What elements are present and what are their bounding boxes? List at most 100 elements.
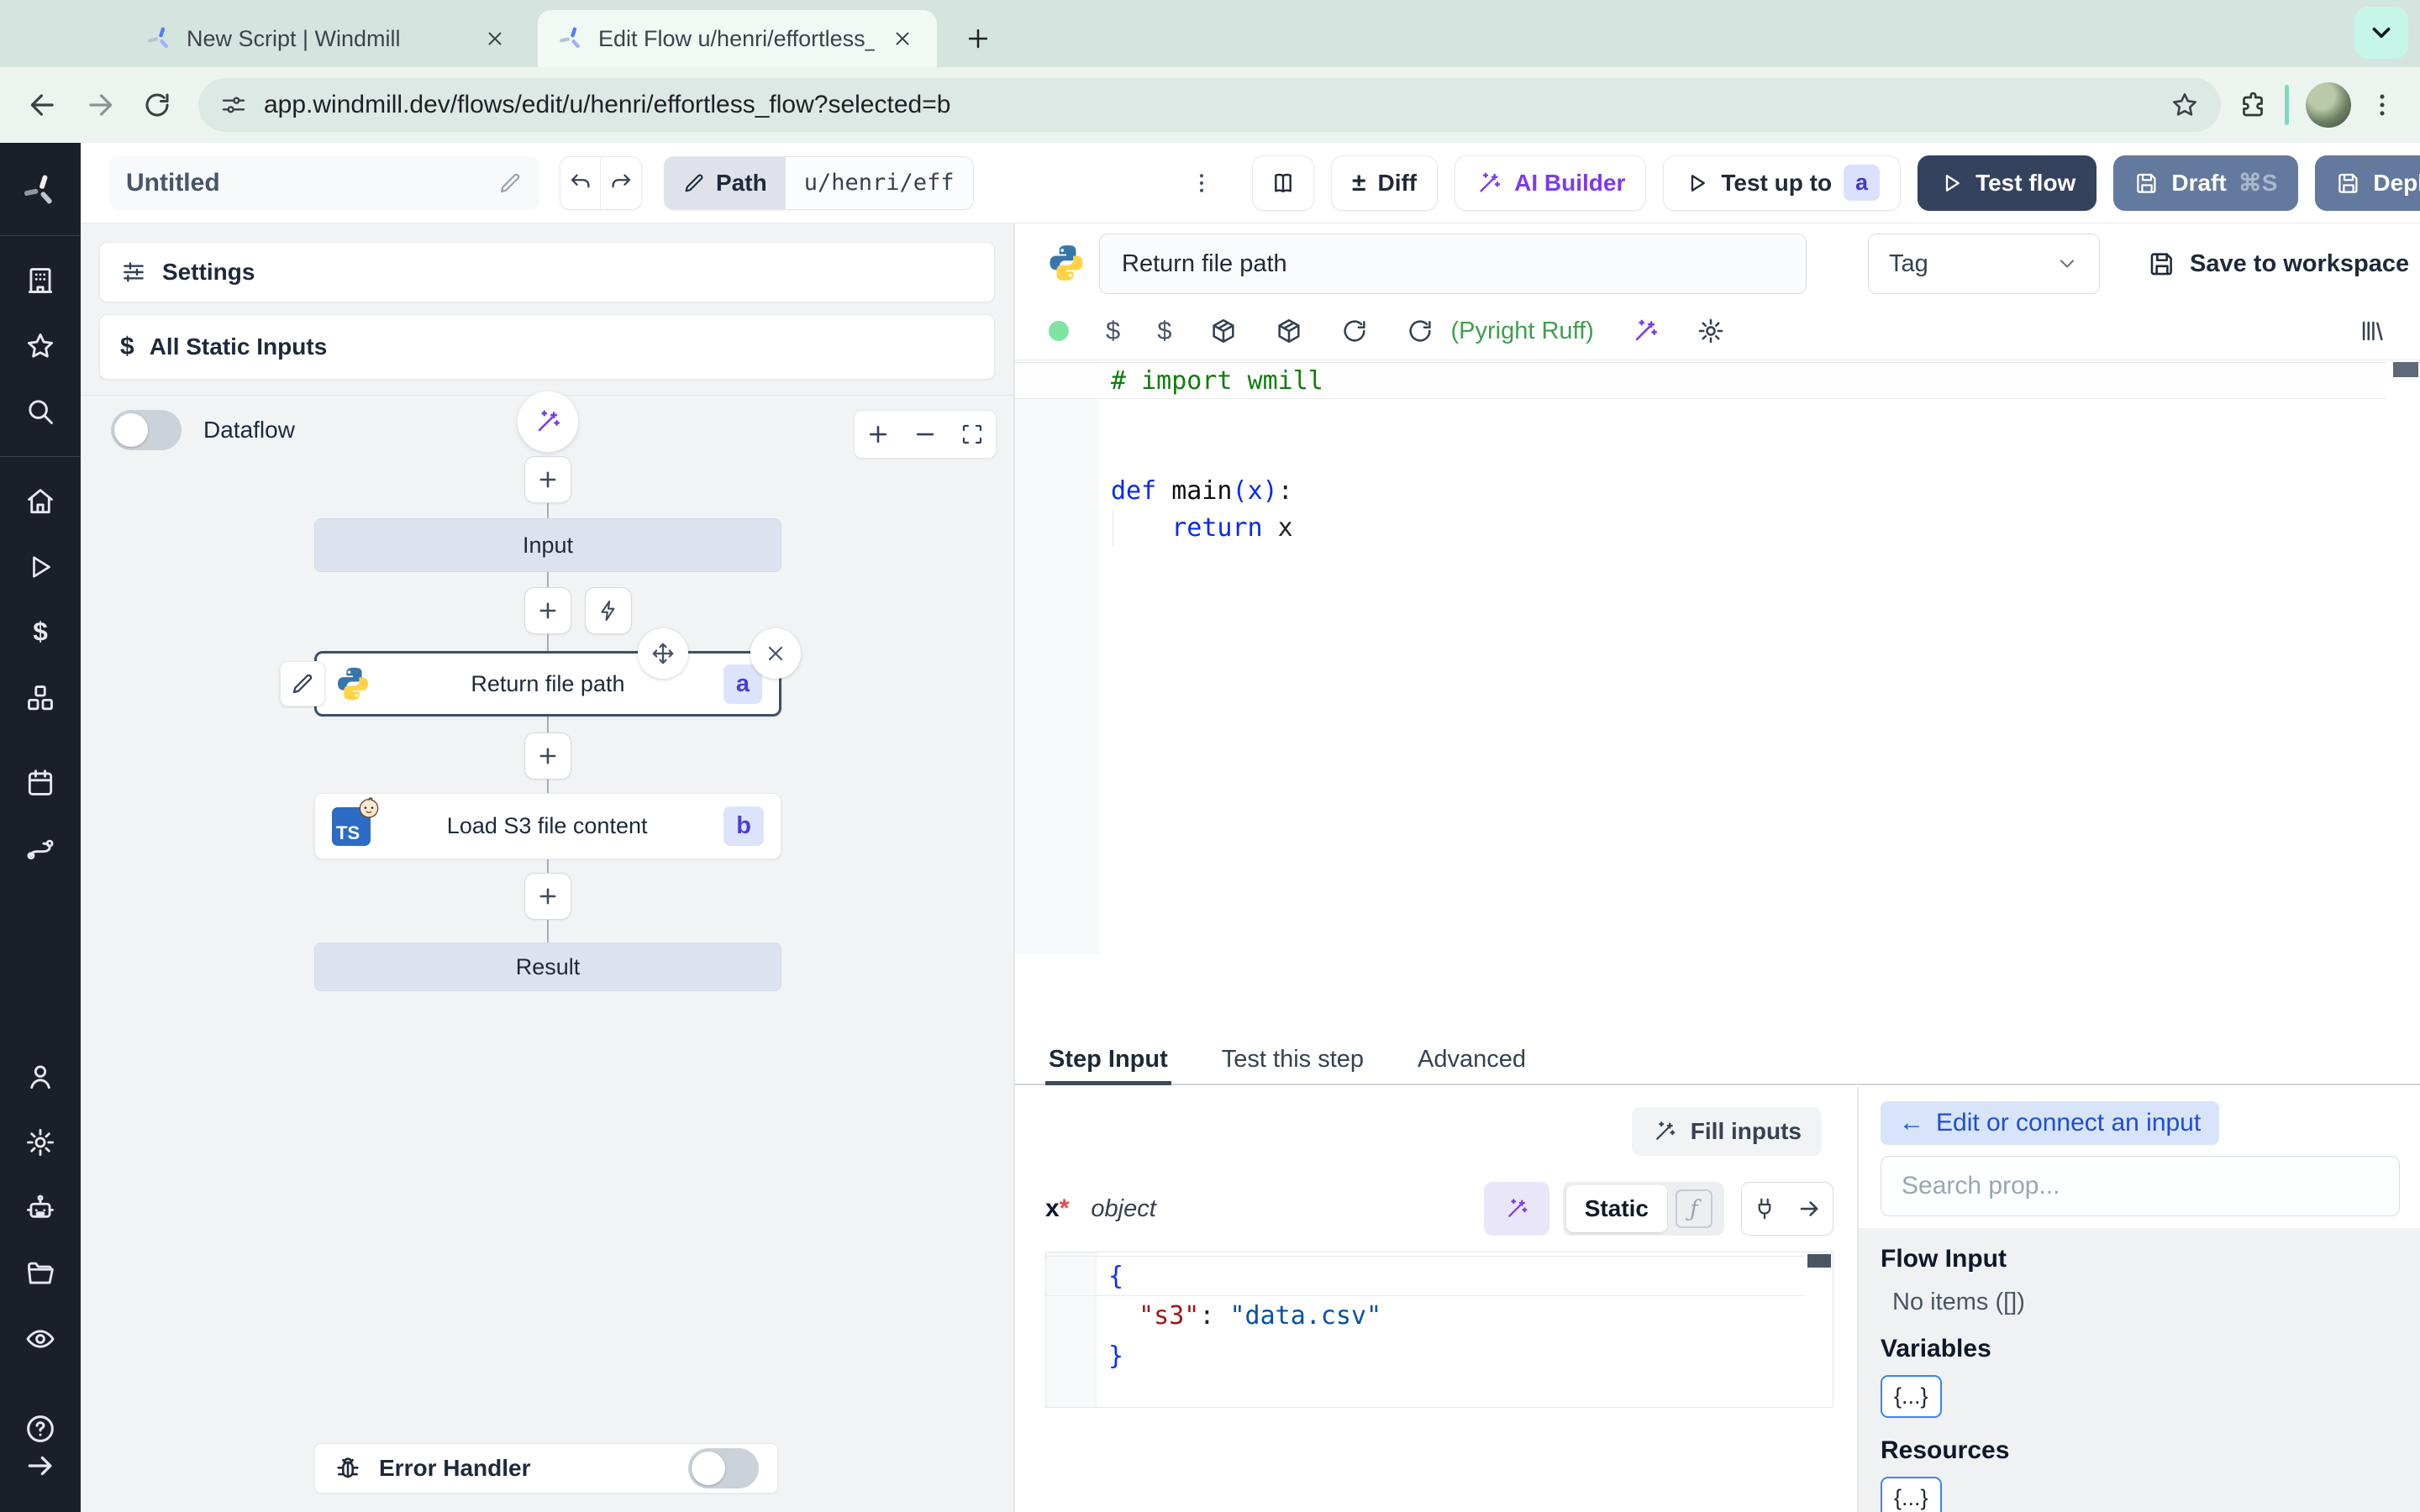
redo-icon[interactable] [601, 157, 641, 209]
json-input-editor[interactable]: { "s3": "data.csv"} [1045, 1252, 1833, 1408]
step-summary-input[interactable] [1099, 234, 1807, 294]
address-bar[interactable]: app.windmill.dev/flows/edit/u/henri/effo… [198, 78, 2221, 132]
package-icon[interactable] [1209, 317, 1238, 345]
sidebar-item-schedules[interactable] [22, 764, 59, 801]
sidebar-item-home[interactable] [22, 483, 59, 520]
flow-name-field[interactable]: Untitled [109, 155, 539, 210]
expression-mode-button[interactable]: ƒ [1676, 1189, 1712, 1228]
tag-select[interactable]: Tag [1868, 234, 2100, 294]
ai-flow-wand-button[interactable] [518, 391, 578, 452]
fill-inputs-button[interactable]: Fill inputs [1631, 1107, 1822, 1156]
ai-wand-icon[interactable] [1631, 317, 1660, 345]
add-step-button[interactable] [524, 587, 571, 634]
undo-icon[interactable] [560, 156, 601, 209]
edit-or-connect-button[interactable]: ← Edit or connect an input [1881, 1101, 2220, 1145]
scrollbar-thumb[interactable] [1807, 1254, 1831, 1268]
static-mode-button[interactable]: Static [1565, 1185, 1667, 1232]
sidebar-item-favorites[interactable] [22, 328, 59, 365]
deploy-button[interactable]: Deploy [2315, 155, 2420, 211]
sidebar-item-workspace[interactable] [22, 262, 59, 299]
browser-menu-icon[interactable] [2368, 91, 2396, 119]
tab-step-input[interactable]: Step Input [1045, 1035, 1171, 1085]
tab-test-this-step[interactable]: Test this step [1218, 1035, 1367, 1084]
tab-close-icon[interactable] [481, 24, 509, 53]
reset-assistant-icon[interactable] [1406, 317, 1434, 345]
test-flow-button[interactable]: Test flow [1918, 155, 2097, 211]
arrow-right-icon[interactable] [1787, 1183, 1833, 1235]
tab-advanced[interactable]: Advanced [1414, 1035, 1529, 1084]
add-step-button[interactable] [524, 732, 571, 780]
editor-settings-gear-icon[interactable] [1697, 317, 1725, 345]
move-step-handle[interactable] [638, 628, 688, 679]
search-prop-input[interactable] [1881, 1156, 2400, 1216]
library-icon[interactable] [2358, 317, 2386, 345]
input-node[interactable]: Input [314, 518, 781, 572]
assets-icon[interactable]: $ [1106, 316, 1120, 346]
delete-step-icon[interactable] [750, 628, 801, 679]
fit-view-icon[interactable] [949, 411, 996, 458]
dataflow-toggle[interactable] [111, 410, 182, 450]
sidebar-item-resources[interactable] [22, 680, 59, 717]
sidebar-item-triggers[interactable] [22, 830, 59, 867]
new-tab-button[interactable] [958, 18, 998, 59]
avatar[interactable] [2306, 82, 2351, 128]
error-handler-row[interactable]: Error Handler [314, 1443, 778, 1494]
ai-fill-wand-button[interactable] [1483, 1182, 1549, 1236]
eye-icon[interactable] [22, 1320, 59, 1357]
all-static-inputs-row[interactable]: $ All Static Inputs [99, 314, 995, 380]
sidebar-item-variables[interactable]: $ [22, 614, 59, 651]
windmill-logo-icon[interactable] [22, 172, 59, 209]
resources-expand-button[interactable]: {...} [1881, 1477, 1942, 1512]
tab-close-icon[interactable] [888, 24, 917, 53]
code-editor[interactable]: # import wmill def main(x): return x [1015, 360, 2420, 954]
help-icon[interactable] [22, 1410, 59, 1447]
sidebar-item-runs[interactable] [22, 549, 59, 585]
path-button[interactable]: Path [664, 155, 786, 210]
more-options-icon[interactable] [1183, 156, 1220, 210]
step-node-a[interactable]: Return file path a [280, 628, 801, 717]
tab-new-script[interactable]: New Script | Windmill [126, 10, 529, 67]
back-icon[interactable] [18, 81, 67, 129]
settings-row[interactable]: Settings [99, 242, 995, 302]
bookmark-star-icon[interactable] [2170, 91, 2199, 119]
test-up-to-button[interactable]: Test up to a [1663, 155, 1902, 211]
sidebar-item-ai[interactable] [22, 1189, 59, 1226]
sidebar-item-users[interactable] [22, 1058, 59, 1095]
site-settings-icon[interactable] [220, 92, 247, 118]
extensions-icon[interactable] [2238, 90, 2268, 120]
reload-icon[interactable] [133, 81, 182, 129]
add-step-button[interactable] [524, 873, 571, 920]
edit-step-pencil-icon[interactable] [280, 661, 325, 706]
search-icon[interactable] [22, 393, 59, 430]
code-content[interactable]: # import wmill def main(x): return x [1015, 362, 2386, 547]
reload-icon[interactable] [1340, 317, 1369, 345]
forward-icon[interactable] [76, 81, 124, 129]
path-group[interactable]: Path u/henri/eff [664, 155, 974, 210]
folder-icon[interactable] [22, 1255, 59, 1292]
docs-button[interactable] [1252, 155, 1314, 211]
path-value[interactable]: u/henri/eff [785, 155, 974, 210]
plug-icon[interactable] [1742, 1183, 1787, 1235]
error-handler-toggle[interactable] [688, 1448, 759, 1488]
add-step-button[interactable] [524, 456, 571, 503]
result-node[interactable]: Result [314, 942, 781, 991]
draft-button[interactable]: Draft ⌘S [2113, 155, 2299, 211]
collapse-sidebar-icon[interactable] [22, 1447, 59, 1484]
save-to-workspace-button[interactable]: Save to workspace [2148, 240, 2409, 287]
diff-button[interactable]: ± Diff [1331, 155, 1439, 211]
scrollbar-thumb[interactable] [2393, 362, 2418, 377]
zoom-out-icon[interactable] [902, 411, 949, 458]
tab-search-button[interactable] [2354, 7, 2408, 59]
edit-name-pencil-icon[interactable] [497, 171, 523, 196]
variables-icon[interactable]: $ [1157, 316, 1171, 346]
lint-status[interactable]: (Pyright Ruff) [1451, 318, 1594, 345]
tab-edit-flow[interactable]: Edit Flow u/henri/effortless_fl [538, 10, 937, 67]
json-content[interactable]: { "s3": "data.csv"} [1046, 1256, 1804, 1377]
add-trigger-button[interactable] [585, 587, 632, 634]
variables-expand-button[interactable]: {...} [1881, 1375, 1942, 1418]
gear-icon[interactable] [22, 1124, 59, 1161]
zoom-in-icon[interactable] [855, 411, 902, 458]
step-node-b[interactable]: TS Load S3 file content b [314, 793, 781, 859]
package-icon[interactable] [1275, 317, 1303, 345]
ai-builder-button[interactable]: AI Builder [1455, 155, 1647, 211]
